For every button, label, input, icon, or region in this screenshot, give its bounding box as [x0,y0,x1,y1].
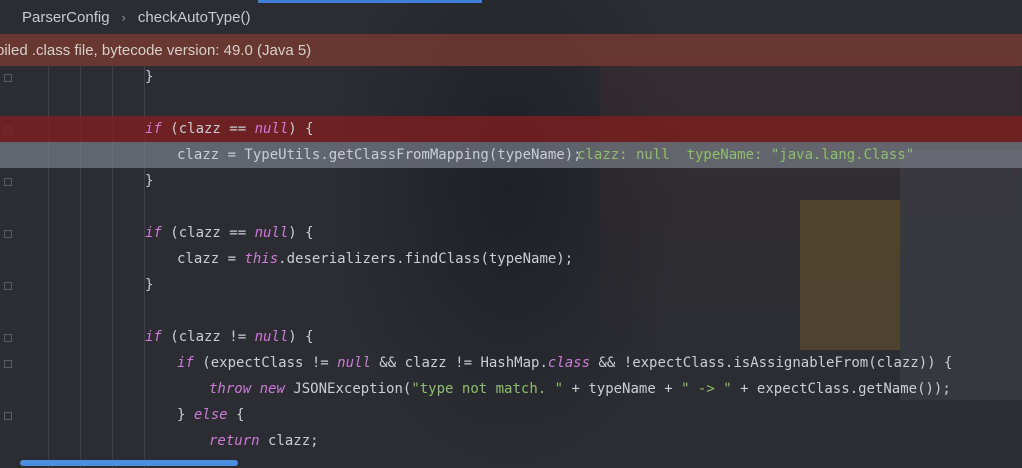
code-line: if (clazz != null) { [0,324,1022,350]
decompiled-file-notice: piled .class file, bytecode version: 49.… [0,34,1022,66]
execution-line: clazz = TypeUtils.getClassFromMapping(ty… [0,142,1022,168]
code-text: throw new JSONException("type not match.… [209,381,951,397]
code-text: } else { [177,407,245,423]
code-line: } else { [0,402,1022,428]
code-text: clazz = this.deserializers.findClass(typ… [177,251,574,267]
breadcrumb-method[interactable]: checkAutoType() [136,9,253,26]
code-line: } [0,272,1022,298]
code-text: if (clazz == null) { [145,225,314,241]
breadcrumb: ParserConfig › checkAutoType() [0,0,1022,34]
notice-text: piled .class file, bytecode version: 49.… [0,41,312,59]
code-text: return clazz; [209,433,319,449]
code-text: } [145,277,154,293]
inline-debug-values: clazz: null typeName: "java.lang.Class" [577,147,915,163]
code-line: } [0,168,1022,194]
breakpoint-line: if (clazz == null) { [0,116,1022,142]
code-text: if (clazz != null) { [145,329,314,345]
code-line: if (expectClass != null && clazz != Hash… [0,350,1022,376]
code-editor[interactable]: } if (clazz == null) { clazz = TypeUtils… [0,66,1022,468]
code-text: if (clazz == null) { [145,121,314,137]
code-line: return clazz; [0,428,1022,454]
code-text: } [145,173,154,189]
breadcrumb-class[interactable]: ParserConfig [20,9,112,26]
code-line: } [0,66,1022,90]
code-line: if (clazz == null) { [0,220,1022,246]
code-line: clazz = this.deserializers.findClass(typ… [0,246,1022,272]
chevron-right-icon: › [121,9,126,25]
code-text: clazz = TypeUtils.getClassFromMapping(ty… [177,147,582,163]
horizontal-scrollbar[interactable] [20,460,238,466]
code-line: throw new JSONException("type not match.… [0,376,1022,402]
code-text: if (expectClass != null && clazz != Hash… [177,355,953,371]
code-text: } [145,69,154,85]
